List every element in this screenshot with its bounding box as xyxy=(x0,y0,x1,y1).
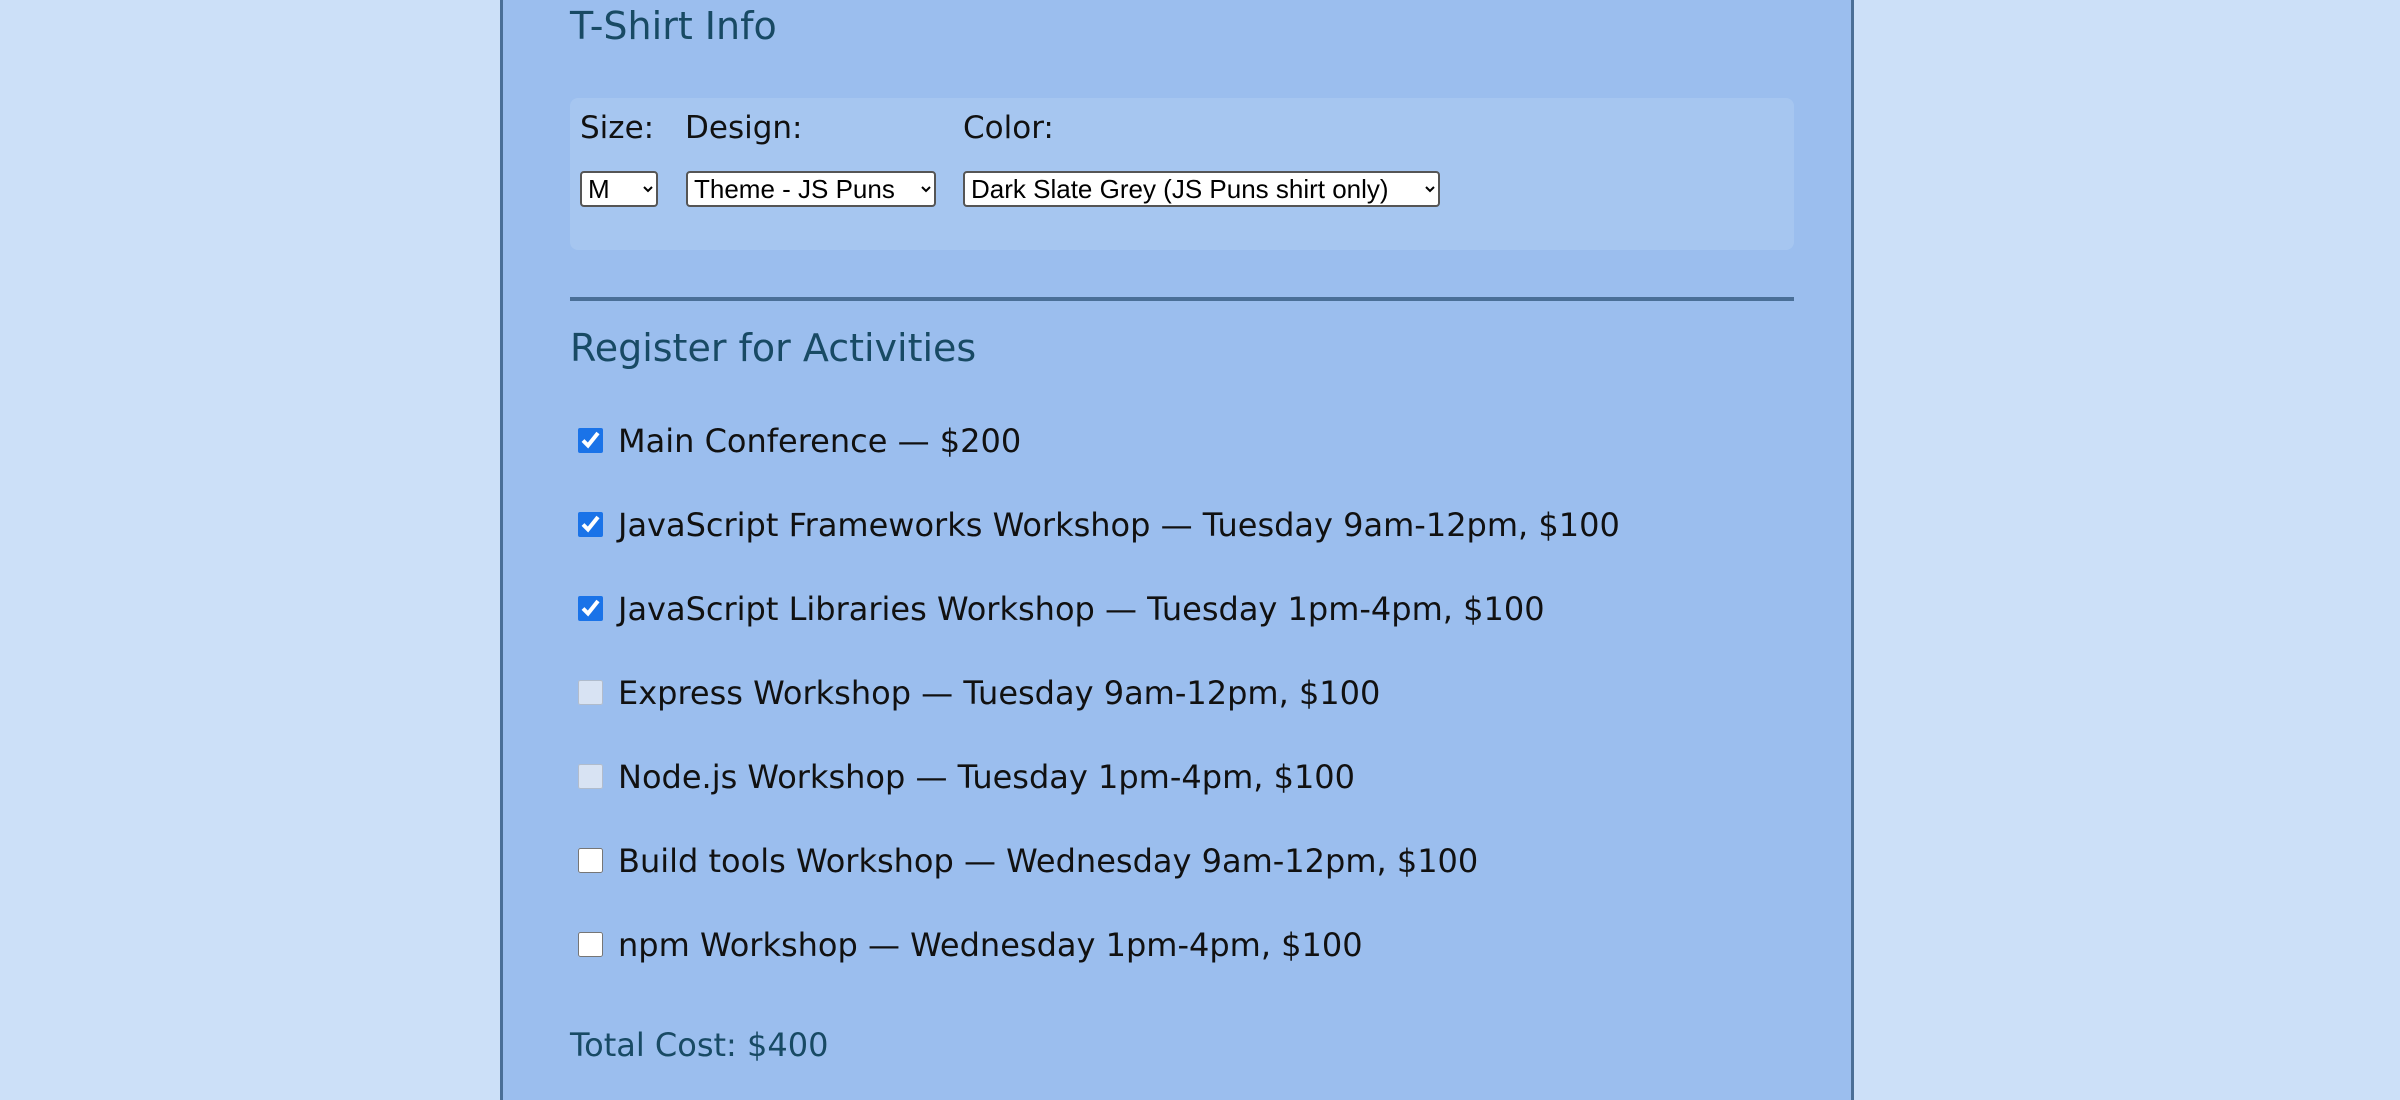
activity-item: JavaScript Frameworks Workshop — Tuesday… xyxy=(578,504,1620,588)
page: T-Shirt Info Size: Design: Color: M Them… xyxy=(0,0,2400,1100)
tshirt-section-title: T-Shirt Info xyxy=(570,4,777,48)
activity-item: Express Workshop — Tuesday 9am-12pm, $10… xyxy=(578,672,1620,756)
activity-label[interactable]: Main Conference — $200 xyxy=(618,420,1021,462)
activity-label[interactable]: Build tools Workshop — Wednesday 9am-12p… xyxy=(618,840,1478,882)
tshirt-fieldset: Size: Design: Color: M Theme - JS Puns D… xyxy=(570,98,1794,250)
activities-section-title: Register for Activities xyxy=(570,326,977,370)
section-divider xyxy=(570,297,1794,301)
activity-checkbox-build-tools[interactable] xyxy=(578,848,603,873)
activity-item: npm Workshop — Wednesday 1pm-4pm, $100 xyxy=(578,924,1620,1008)
activity-checkbox-js-frameworks[interactable] xyxy=(578,512,603,537)
activity-item: Build tools Workshop — Wednesday 9am-12p… xyxy=(578,840,1620,924)
total-cost: Total Cost: $400 xyxy=(570,1026,829,1064)
activity-item: JavaScript Libraries Workshop — Tuesday … xyxy=(578,588,1620,672)
activities-list: Main Conference — $200 JavaScript Framew… xyxy=(578,420,1620,1008)
activity-checkbox-js-libraries[interactable] xyxy=(578,596,603,621)
activity-checkbox-npm[interactable] xyxy=(578,932,603,957)
design-select[interactable]: Theme - JS Puns xyxy=(686,171,936,207)
activity-checkbox-express[interactable] xyxy=(578,680,603,705)
activity-item: Main Conference — $200 xyxy=(578,420,1620,504)
size-label: Size: xyxy=(580,110,655,146)
size-select[interactable]: M xyxy=(580,171,658,207)
color-label: Color: xyxy=(963,110,1054,146)
activity-label[interactable]: JavaScript Libraries Workshop — Tuesday … xyxy=(618,588,1545,630)
activity-label[interactable]: JavaScript Frameworks Workshop — Tuesday… xyxy=(618,504,1620,546)
activity-label[interactable]: npm Workshop — Wednesday 1pm-4pm, $100 xyxy=(618,924,1363,966)
design-label: Design: xyxy=(685,110,803,146)
activity-checkbox-nodejs[interactable] xyxy=(578,764,603,789)
activity-label[interactable]: Express Workshop — Tuesday 9am-12pm, $10… xyxy=(618,672,1380,714)
color-select[interactable]: Dark Slate Grey (JS Puns shirt only) xyxy=(963,171,1440,207)
activity-label[interactable]: Node.js Workshop — Tuesday 1pm-4pm, $100 xyxy=(618,756,1355,798)
activity-checkbox-main-conference[interactable] xyxy=(578,428,603,453)
registration-form: T-Shirt Info Size: Design: Color: M Them… xyxy=(500,0,1854,1100)
activity-item: Node.js Workshop — Tuesday 1pm-4pm, $100 xyxy=(578,756,1620,840)
